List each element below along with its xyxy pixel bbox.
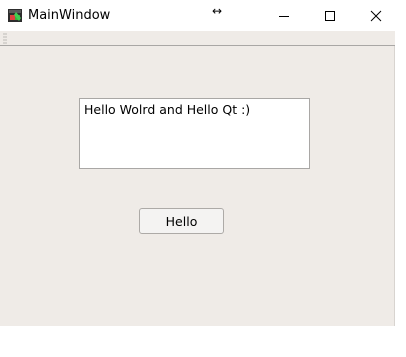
qt-app-icon [8,9,22,22]
minimize-icon [279,15,289,17]
close-icon [370,10,382,21]
hello-button[interactable]: Hello [139,208,224,234]
maximize-icon [325,10,335,21]
main-window: MainWindow ↔ Hello Wolrd and Hello Qt:)… [0,0,395,326]
window-title: MainWindow [28,8,111,23]
horizontal-resize-cursor-icon: ↔ [212,4,223,18]
maximize-button[interactable] [307,0,353,31]
toolbar-grip-handle[interactable] [3,33,7,44]
text-edit[interactable]: Hello Wolrd and Hello Qt :) [79,98,310,169]
title-bar[interactable]: MainWindow ↔ [0,0,395,31]
text-edit-content: Hello Wolrd and Hello Qt :) [84,102,251,117]
hello-button-label: Hello [165,213,198,229]
minimize-button[interactable] [261,0,307,31]
toolbar [0,31,395,46]
close-button[interactable] [353,0,399,31]
